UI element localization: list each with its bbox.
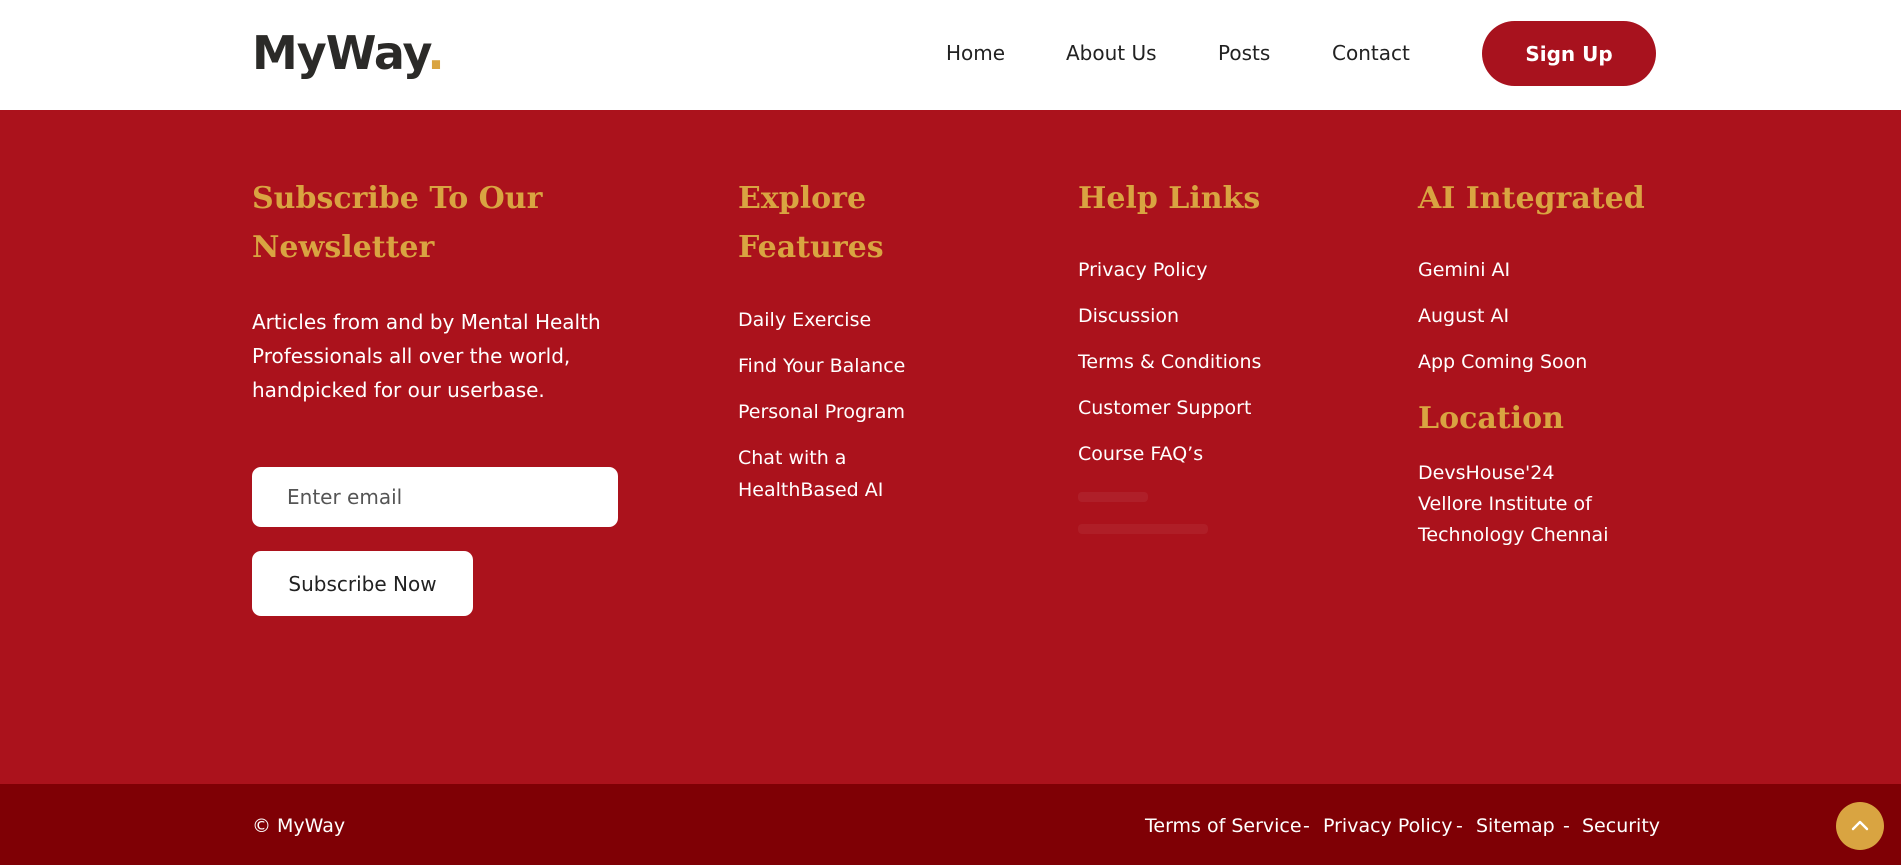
newsletter-description: Articles from and by Mental Health Profe… xyxy=(252,305,612,407)
location-line: Vellore Institute of xyxy=(1418,493,1592,515)
newsletter-description-line: handpicked for our userbase. xyxy=(252,378,545,402)
footer-main: Subscribe To Our Newsletter Articles fro… xyxy=(0,110,1901,784)
newsletter-description-line: Articles from and by Mental Health xyxy=(252,310,601,334)
location-line: DevsHouse'24 xyxy=(1418,462,1555,484)
help-link-customer-support[interactable]: Customer Support xyxy=(1078,392,1251,424)
scroll-to-top-button[interactable] xyxy=(1836,802,1884,850)
footer-link-privacy-policy[interactable]: Privacy Policy xyxy=(1323,815,1452,837)
ai-link-august[interactable]: August AI xyxy=(1418,300,1509,332)
faded-link-placeholder xyxy=(1078,524,1208,534)
copyright: © MyWay xyxy=(252,815,346,837)
nav-home[interactable]: Home xyxy=(946,41,1005,65)
explore-link-chat-ai[interactable]: Chat with a HealthBased AI xyxy=(738,442,883,506)
footer-bottom-bar: © MyWay Terms of Service - Privacy Polic… xyxy=(0,784,1901,865)
subscribe-now-button[interactable]: Subscribe Now xyxy=(252,551,473,616)
ai-link-app-coming-soon[interactable]: App Coming Soon xyxy=(1418,346,1587,378)
help-link-privacy-policy[interactable]: Privacy Policy xyxy=(1078,254,1207,286)
help-link-discussion[interactable]: Discussion xyxy=(1078,300,1179,332)
explore-link-find-your-balance[interactable]: Find Your Balance xyxy=(738,350,905,382)
help-link-terms-conditions[interactable]: Terms & Conditions xyxy=(1078,346,1261,378)
explore-heading-line1: Explore xyxy=(738,181,867,216)
footer-link-security[interactable]: Security xyxy=(1582,815,1660,837)
help-links-heading: Help Links xyxy=(1078,181,1261,216)
faded-link-placeholder xyxy=(1078,492,1148,502)
sign-up-button[interactable]: Sign Up xyxy=(1482,21,1656,86)
footer-link-sitemap[interactable]: Sitemap xyxy=(1476,815,1555,837)
newsletter-heading-line1: Subscribe To Our xyxy=(252,181,543,216)
nav-about-us[interactable]: About Us xyxy=(1066,41,1157,65)
chat-ai-line2: HealthBased AI xyxy=(738,479,884,501)
footer-separator: - xyxy=(1563,815,1570,837)
ai-integrated-heading: AI Integrated xyxy=(1418,181,1645,216)
nav-contact[interactable]: Contact xyxy=(1332,41,1410,65)
location-heading: Location xyxy=(1418,401,1564,436)
logo[interactable]: MyWay. xyxy=(252,26,445,80)
chevron-up-icon xyxy=(1851,820,1869,831)
logo-dot: . xyxy=(427,26,445,80)
site-header: MyWay. Home About Us Posts Contact Sign … xyxy=(0,0,1901,110)
newsletter-description-line: Professionals all over the world, xyxy=(252,344,571,368)
location-address: DevsHouse'24 Vellore Institute of Techno… xyxy=(1418,458,1608,551)
nav-posts[interactable]: Posts xyxy=(1218,41,1270,65)
footer-separator: - xyxy=(1456,815,1463,837)
explore-heading-line2: Features xyxy=(738,230,884,265)
explore-link-personal-program[interactable]: Personal Program xyxy=(738,396,905,428)
footer-separator: - xyxy=(1303,815,1310,837)
logo-text: MyWay xyxy=(252,26,428,80)
explore-link-daily-exercise[interactable]: Daily Exercise xyxy=(738,304,871,336)
newsletter-heading-line2: Newsletter xyxy=(252,230,435,265)
location-line: Technology Chennai xyxy=(1418,524,1609,546)
ai-link-gemini[interactable]: Gemini AI xyxy=(1418,254,1510,286)
footer-link-terms-of-service[interactable]: Terms of Service xyxy=(1145,815,1302,837)
help-link-course-faqs[interactable]: Course FAQ’s xyxy=(1078,438,1203,470)
email-input[interactable] xyxy=(252,467,618,527)
chat-ai-line1: Chat with a xyxy=(738,447,847,469)
